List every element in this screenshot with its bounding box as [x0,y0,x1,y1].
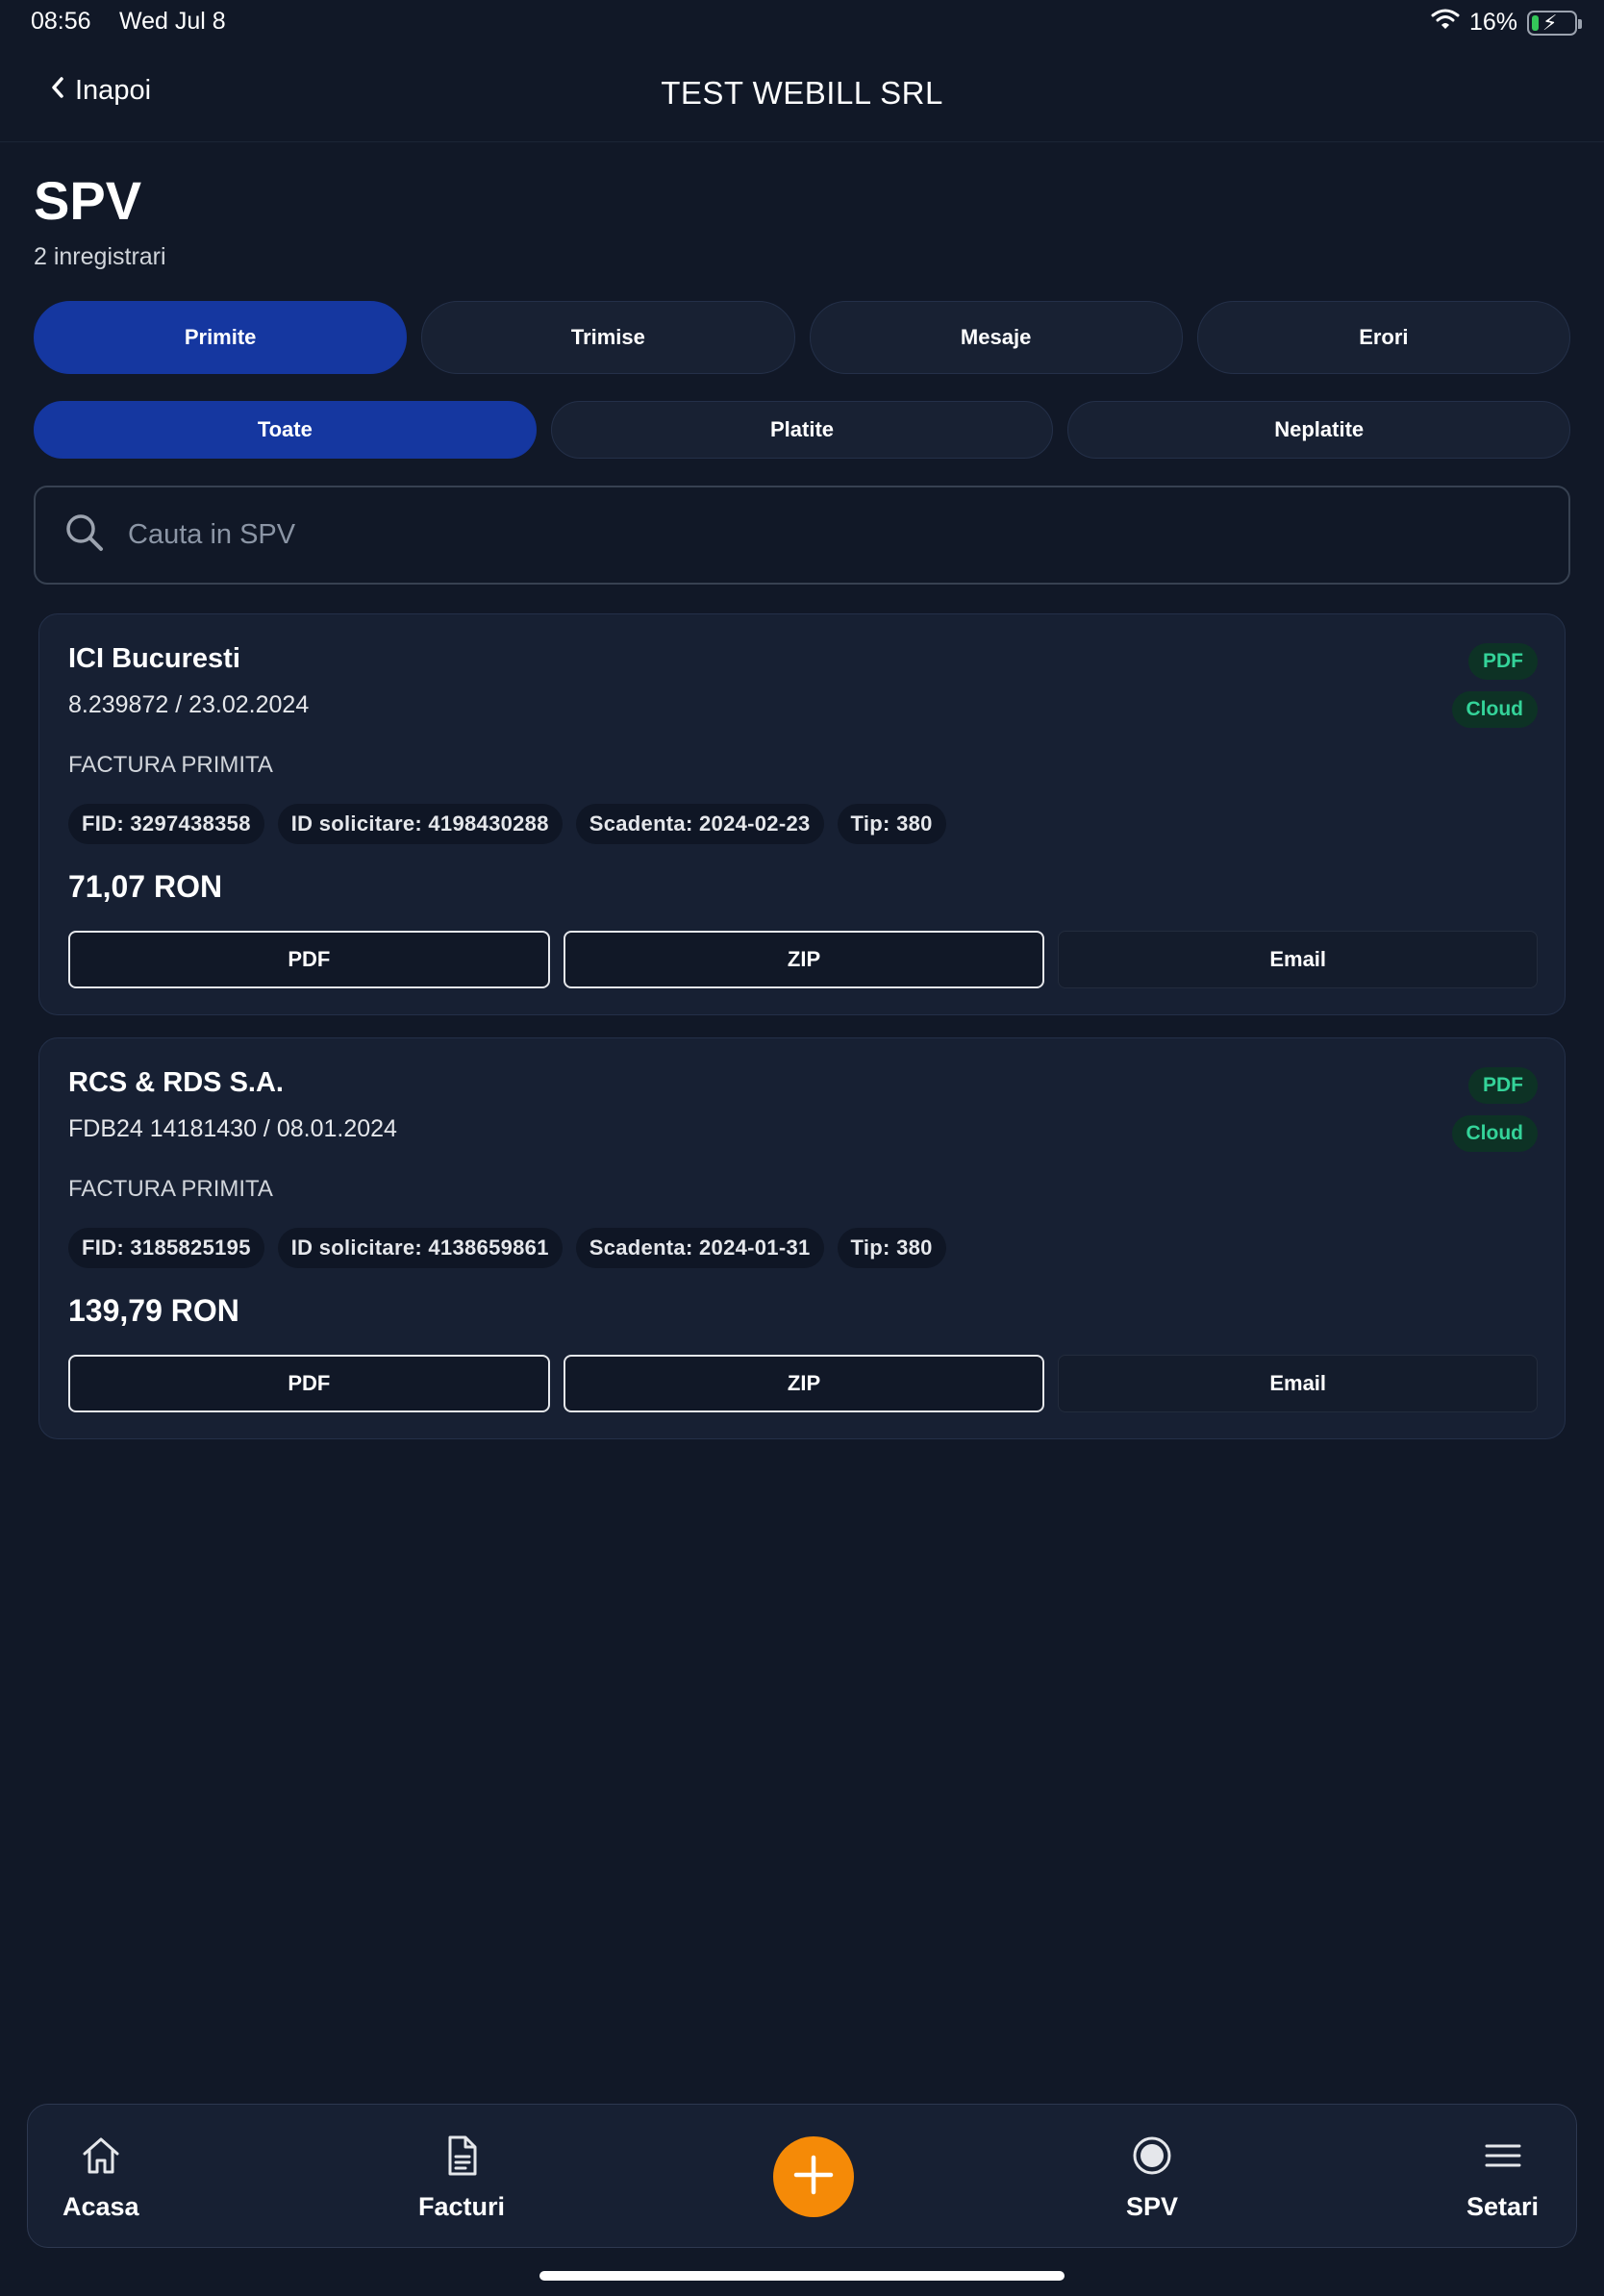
nav-item-setari[interactable]: Setari [1466,2134,1539,2222]
nav-label: Facturi [418,2192,506,2221]
type-chip: Tip: 380 [837,1228,946,1268]
home-icon [79,2134,123,2183]
search-box[interactable] [34,486,1570,585]
invoice-actions: PDF ZIP Email [68,1355,1539,1412]
invoice-amount: 71,07 RON [68,869,223,904]
invoice-company: RCS & RDS S.A. [68,1067,284,1098]
invoice-badges: PDF Cloud [1451,643,1538,728]
email-button[interactable]: Email [1058,1355,1539,1412]
request-id-chip: ID solicitare: 4198430288 [277,804,563,844]
tab-trimise[interactable]: Trimise [421,301,795,374]
status-indicators: 16% ⚡︎ [1431,8,1582,37]
email-button[interactable]: Email [1058,931,1539,988]
bottom-nav: Acasa Facturi SPV Setari [27,2104,1577,2248]
due-date-chip: Scadenta: 2024-02-23 [575,804,824,844]
menu-icon [1481,2134,1525,2183]
zip-button[interactable]: ZIP [563,1355,1045,1412]
invoice-amount: 139,79 RON [68,1293,239,1328]
cloud-badge: Cloud [1451,1115,1538,1152]
invoice-type: FACTURA PRIMITA [68,752,273,778]
nav-label: SPV [1126,2192,1179,2221]
zip-button[interactable]: ZIP [563,931,1045,988]
search-input[interactable] [128,519,1474,551]
nav-label: Acasa [63,2192,139,2221]
wifi-icon [1431,8,1460,37]
pdf-button[interactable]: PDF [68,1355,550,1412]
fid-chip: FID: 3297438358 [68,804,264,844]
record-count: 2 inregistrari [34,243,166,270]
due-date-chip: Scadenta: 2024-01-31 [575,1228,824,1268]
plus-icon [790,2152,837,2203]
nav-item-spv[interactable]: SPV [1126,2134,1178,2222]
invoice-chips: FID: 3297438358 ID solicitare: 419843028… [68,804,946,844]
filter-neplatite[interactable]: Neplatite [1067,401,1571,459]
add-button[interactable] [773,2136,854,2217]
fid-chip: FID: 3185825195 [68,1228,264,1268]
invoice-number-date: FDB24 14181430 / 08.01.2024 [68,1115,397,1142]
pdf-button[interactable]: PDF [68,931,550,988]
invoice-badges: PDF Cloud [1451,1067,1538,1152]
page-title: SPV [34,170,142,231]
spv-page: 08:56 Wed Jul 8 16% ⚡︎ Inapoi TEST WEBIL… [0,0,1604,2296]
cloud-badge: Cloud [1451,691,1538,728]
primary-tabs: Primite Trimise Mesaje Erori [34,301,1570,374]
status-bar: 08:56 Wed Jul 8 16% ⚡︎ [0,0,1604,46]
battery-level [1532,14,1539,31]
invoice-number-date: 8.239872 / 23.02.2024 [68,691,310,718]
search-icon [64,512,105,558]
tab-primite[interactable]: Primite [34,301,408,374]
status-date: Wed Jul 8 [119,8,226,35]
battery-icon: ⚡︎ [1527,10,1582,36]
home-indicator[interactable] [539,2271,1065,2281]
filter-tabs: Toate Platite Neplatite [34,401,1571,459]
battery-percent: 16% [1468,9,1517,36]
pdf-badge: PDF [1468,643,1538,680]
invoice-actions: PDF ZIP Email [68,931,1539,988]
nav-header: Inapoi TEST WEBILL SRL [0,46,1604,142]
company-title: TEST WEBILL SRL [661,75,943,111]
invoice-card[interactable]: RCS & RDS S.A. FDB24 14181430 / 08.01.20… [38,1037,1566,1439]
type-chip: Tip: 380 [837,804,946,844]
filter-platite[interactable]: Platite [550,401,1054,459]
radio-icon [1130,2134,1174,2183]
pdf-badge: PDF [1468,1067,1538,1104]
request-id-chip: ID solicitare: 4138659861 [277,1228,563,1268]
filter-toate[interactable]: Toate [34,401,537,459]
status-time: 08:56 [31,8,91,35]
tab-mesaje[interactable]: Mesaje [809,301,1183,374]
invoice-type: FACTURA PRIMITA [68,1176,273,1202]
invoice-card[interactable]: ICI Bucuresti 8.239872 / 23.02.2024 FACT… [38,613,1566,1015]
invoice-company: ICI Bucuresti [68,643,240,674]
nav-item-facturi[interactable]: Facturi [418,2134,505,2222]
nav-label: Setari [1466,2192,1540,2221]
invoice-chips: FID: 3185825195 ID solicitare: 413865986… [68,1228,946,1268]
nav-item-acasa[interactable]: Acasa [63,2134,139,2222]
charging-bolt-icon: ⚡︎ [1542,10,1558,35]
document-icon [439,2134,484,2183]
tab-erori[interactable]: Erori [1196,301,1570,374]
